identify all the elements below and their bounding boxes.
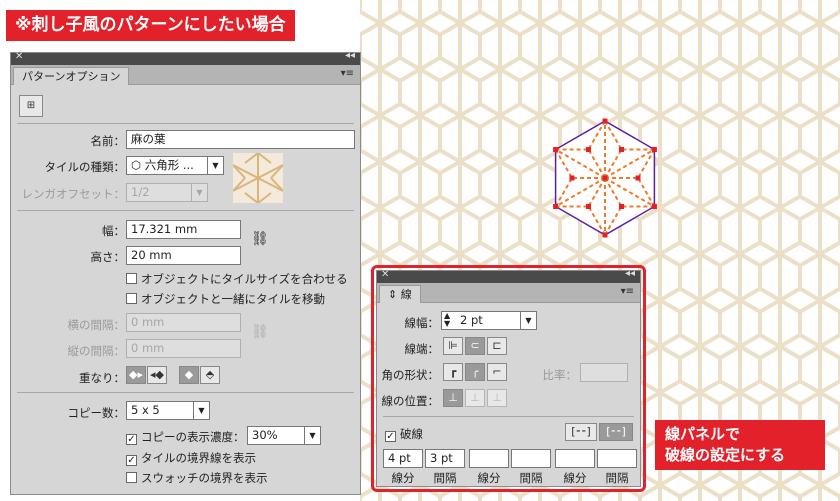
title-banner: ※刺し子風のパターンにしたい場合	[6, 10, 295, 41]
brick-offset-label: レンガオフセット：	[21, 187, 126, 201]
show-tile-edge-label: タイルの境界線を表示	[141, 451, 256, 465]
tile-type-label: タイルの種類：	[44, 160, 126, 174]
overlap-right-front-button[interactable]: ◂◆	[147, 366, 167, 384]
copies-value: 5 x 5	[131, 403, 160, 417]
hexagon-icon: ⬡	[131, 158, 142, 172]
show-swatch-bounds-label: スウォッチの境界を表示	[141, 471, 268, 485]
pattern-options-panel: ✕ ◂◂ パターンオプション ▾≡ ⊞ 名前： 麻の葉 タイルの種類： ⬡ 六角…	[10, 50, 361, 495]
chevron-down-icon: ▼	[304, 427, 320, 444]
chevron-down-icon: ▼	[191, 184, 207, 201]
copies-label: コピー数：	[67, 406, 126, 420]
chevron-down-icon: ▼	[193, 402, 209, 419]
copies-select[interactable]: 5 x 5 ▼	[126, 401, 210, 420]
callout-box: 線パネルで 破線の設定にする	[655, 420, 825, 470]
tab-pattern-options[interactable]: パターンオプション	[13, 67, 130, 85]
tile-edit-tool-button[interactable]: ⊞	[19, 95, 43, 117]
show-swatch-bounds-checkbox[interactable]: スウォッチの境界を表示	[126, 470, 268, 486]
height-label: 高さ：	[90, 250, 126, 264]
show-tile-edge-checkbox[interactable]: ✓ タイルの境界線を表示	[126, 450, 256, 466]
brick-offset-value: 1/2	[131, 185, 150, 199]
tile-type-select[interactable]: ⬡ 六角形 ... ▼	[126, 156, 224, 175]
move-tile-with-art-label: オブジェクトと一緒にタイルを移動	[141, 292, 325, 306]
move-tile-with-art-checkbox[interactable]: オブジェクトと一緒にタイルを移動	[126, 291, 325, 307]
pattern-name-input[interactable]: 麻の葉	[126, 130, 355, 149]
overlap-label: 重なり：	[79, 371, 125, 385]
dim-copies-select[interactable]: 30% ▼	[247, 426, 321, 445]
tile-width-input[interactable]: 17.321 mm	[126, 220, 241, 239]
overlap-left-front-button[interactable]: ◆▸	[126, 366, 146, 384]
link-spacing-icon: ⛓	[251, 324, 269, 340]
callout-line-1: 線パネルで	[665, 425, 741, 443]
size-tile-to-art-label: オブジェクトにタイルサイズを合わせる	[141, 272, 348, 286]
panel-titlebar[interactable]: ✕ ◂◂	[11, 50, 360, 65]
width-label: 幅：	[102, 224, 125, 238]
dim-copies-value: 30%	[252, 428, 278, 442]
h-spacing-input: 0 mm	[126, 313, 241, 332]
link-dimensions-icon[interactable]: ⛓	[251, 231, 269, 247]
v-spacing-input: 0 mm	[126, 339, 241, 358]
chevron-down-icon: ▼	[207, 157, 223, 174]
overlap-bottom-front-button[interactable]: ⬘	[200, 366, 220, 384]
dim-copies-checkbox[interactable]: ✓ コピーの表示濃度：	[126, 429, 245, 445]
brick-offset-select: 1/2 ▼	[126, 183, 208, 202]
stroke-panel-highlight-frame	[371, 265, 646, 492]
tile-type-value: 六角形 ...	[144, 158, 194, 172]
tile-preview-thumbnail	[233, 153, 283, 203]
overlap-top-front-button[interactable]: ◆	[179, 366, 199, 384]
size-tile-to-art-checkbox[interactable]: オブジェクトにタイルサイズを合わせる	[126, 271, 348, 287]
v-spacing-label: 縦の間隔：	[67, 344, 126, 358]
close-icon[interactable]: ✕	[15, 51, 23, 62]
collapse-icon[interactable]: ◂◂	[345, 50, 355, 61]
h-spacing-label: 横の間隔：	[67, 318, 126, 332]
panel-menu-icon[interactable]: ▾≡	[341, 68, 354, 79]
callout-line-2: 破線の設定にする	[665, 446, 786, 464]
tile-height-input[interactable]: 20 mm	[126, 246, 241, 265]
name-label: 名前：	[90, 134, 126, 148]
dim-copies-label: コピーの表示濃度：	[141, 430, 245, 444]
